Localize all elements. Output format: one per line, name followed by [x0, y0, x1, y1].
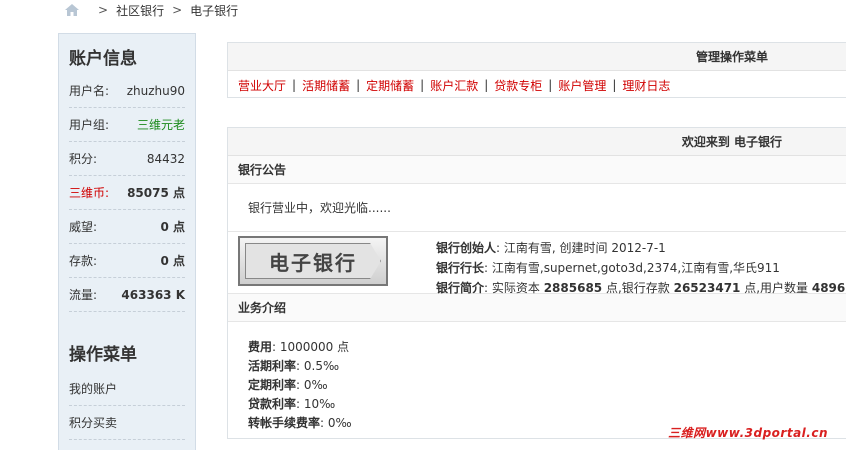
link-loan[interactable]: 贷款专柜 — [494, 77, 542, 94]
info-value: 三维元老 — [136, 118, 185, 132]
breadcrumb-separator: > — [172, 3, 183, 17]
ebank-logo: 电子银行 — [238, 236, 388, 286]
service-label: 费用 — [248, 340, 273, 354]
operation-menu-title: 操作菜单 — [69, 344, 137, 365]
breadcrumb-separator: > — [98, 3, 109, 17]
service-head: 业务介绍 — [228, 294, 846, 322]
info-label: 用户组: — [69, 118, 110, 132]
home-icon[interactable] — [64, 3, 80, 17]
link-separator: | — [548, 78, 553, 92]
site-watermark: 三维网www.3dportal.cn — [668, 426, 828, 440]
info-row-prestige: 威望: 0 点 — [69, 210, 185, 244]
founder-line: 银行创始人: 江南有雪, 创建时间 2012-7-1 — [436, 238, 845, 258]
manage-panel-title: 管理操作菜单 — [228, 43, 846, 71]
account-info-title: 账户信息 — [69, 49, 137, 69]
link-account-manage[interactable]: 账户管理 — [558, 77, 606, 94]
service-fixed-rate: 定期利率: 0‰ — [248, 376, 846, 395]
info-row-points: 积分: 84432 — [69, 142, 185, 176]
link-finance-log[interactable]: 理财日志 — [622, 77, 670, 94]
service-value: : 0‰ — [296, 378, 328, 392]
service-label: 定期利率 — [248, 378, 297, 392]
link-fixed-savings[interactable]: 定期储蓄 — [366, 77, 414, 94]
breadcrumb-item-community-bank[interactable]: 社区银行 — [116, 2, 164, 19]
president-line: 银行行长: 江南有雪,supernet,goto3d,2374,江南有雪,华氏9… — [436, 258, 845, 278]
welcome-panel: 欢迎来到 电子银行 银行公告 银行营业中，欢迎光临...... 电子银行 银行创… — [227, 127, 846, 439]
bank-info-row: 电子银行 银行创始人: 江南有雪, 创建时间 2012-7-1 银行行长: 江南… — [228, 232, 846, 295]
welcome-title: 欢迎来到 电子银行 — [228, 128, 846, 156]
intro-label: 银行简介 — [436, 281, 485, 295]
info-value: 84432 — [146, 151, 185, 166]
breadcrumb-item-ebank[interactable]: 电子银行 — [190, 2, 238, 19]
founder-value: : 江南有雪, 创建时间 2012-7-1 — [496, 241, 666, 255]
notice-text: 银行营业中，欢迎光临...... — [228, 184, 846, 232]
service-value: : 0.5‰ — [296, 359, 340, 373]
info-label: 积分: — [69, 152, 98, 166]
president-value: : 江南有雪,supernet,goto3d,2374,江南有雪,华氏911 — [484, 261, 780, 275]
logo-text: 电子银行 — [245, 243, 381, 279]
intro-mid2: 点,用户数量 — [740, 281, 812, 295]
link-separator: | — [420, 78, 425, 92]
president-label: 银行行长 — [436, 261, 485, 275]
service-fee: 费用: 1000000 点 — [248, 338, 846, 357]
intro-mid: 点,银行存款 — [602, 281, 674, 295]
info-value: zhuzhu90 — [126, 83, 185, 98]
breadcrumb: > 社区银行 > 电子银行 — [64, 1, 238, 19]
link-separator: | — [612, 78, 617, 92]
link-transfer[interactable]: 账户汇款 — [430, 77, 478, 94]
service-label: 活期利率 — [248, 359, 297, 373]
info-value: 0 点 — [160, 220, 185, 234]
service-loan-rate: 贷款利率: 10‰ — [248, 395, 846, 414]
service-value: : 10‰ — [296, 397, 336, 411]
sidebar: 账户信息 用户名: zhuzhu90 用户组: 三维元老 积分: 84432 三… — [58, 33, 196, 450]
service-value: : 0‰ — [320, 416, 352, 430]
info-row-deposit: 存款: 0 点 — [69, 244, 185, 278]
info-label: 存款: — [69, 254, 98, 268]
manage-panel: 管理操作菜单 营业大厅 | 活期储蓄 | 定期储蓄 | 账户汇款 | 贷款专柜 … — [227, 42, 846, 98]
info-row-usergroup: 用户组: 三维元老 — [69, 108, 185, 142]
link-separator: | — [356, 78, 361, 92]
capital-value: 2885685 — [543, 281, 603, 295]
services-list: 费用: 1000000 点 活期利率: 0.5‰ 定期利率: 0‰ 贷款利率: … — [228, 322, 846, 433]
service-demand-rate: 活期利率: 0.5‰ — [248, 357, 846, 376]
info-value: 85075 点 — [127, 186, 185, 200]
bank-info: 银行创始人: 江南有雪, 创建时间 2012-7-1 银行行长: 江南有雪,su… — [388, 232, 845, 295]
info-row-traffic: 流量: 463363 K — [69, 278, 185, 312]
info-label: 流量: — [69, 288, 98, 302]
service-label: 转帐手续费率 — [248, 416, 321, 430]
info-value: 463363 K — [121, 287, 185, 302]
menu-item-points-trade[interactable]: 积分买卖 — [69, 406, 185, 440]
users-value: 4896 — [811, 281, 846, 295]
service-value: : 1000000 点 — [272, 340, 350, 354]
notice-head: 银行公告 — [228, 156, 846, 184]
info-label: 用户名: — [69, 84, 110, 98]
link-business-hall[interactable]: 营业大厅 — [238, 77, 286, 94]
menu-item-my-account[interactable]: 我的账户 — [69, 372, 185, 406]
link-separator: | — [484, 78, 489, 92]
link-demand-savings[interactable]: 活期储蓄 — [302, 77, 350, 94]
info-label: 三维币: — [69, 186, 110, 200]
service-label: 贷款利率 — [248, 397, 297, 411]
info-value: 0 点 — [160, 254, 185, 268]
info-row-username: 用户名: zhuzhu90 — [69, 74, 185, 108]
intro-line: 银行简介: 实际资本 2885685 点,银行存款 26523471 点,用户数… — [436, 278, 845, 298]
intro-prefix: : 实际资本 — [484, 281, 544, 295]
info-label: 威望: — [69, 220, 98, 234]
founder-label: 银行创始人 — [436, 241, 497, 255]
link-separator: | — [292, 78, 297, 92]
deposits-value: 26523471 — [673, 281, 741, 295]
info-row-coins: 三维币: 85075 点 — [69, 176, 185, 210]
manage-links: 营业大厅 | 活期储蓄 | 定期储蓄 | 账户汇款 | 贷款专柜 | 账户管理 … — [228, 71, 846, 99]
